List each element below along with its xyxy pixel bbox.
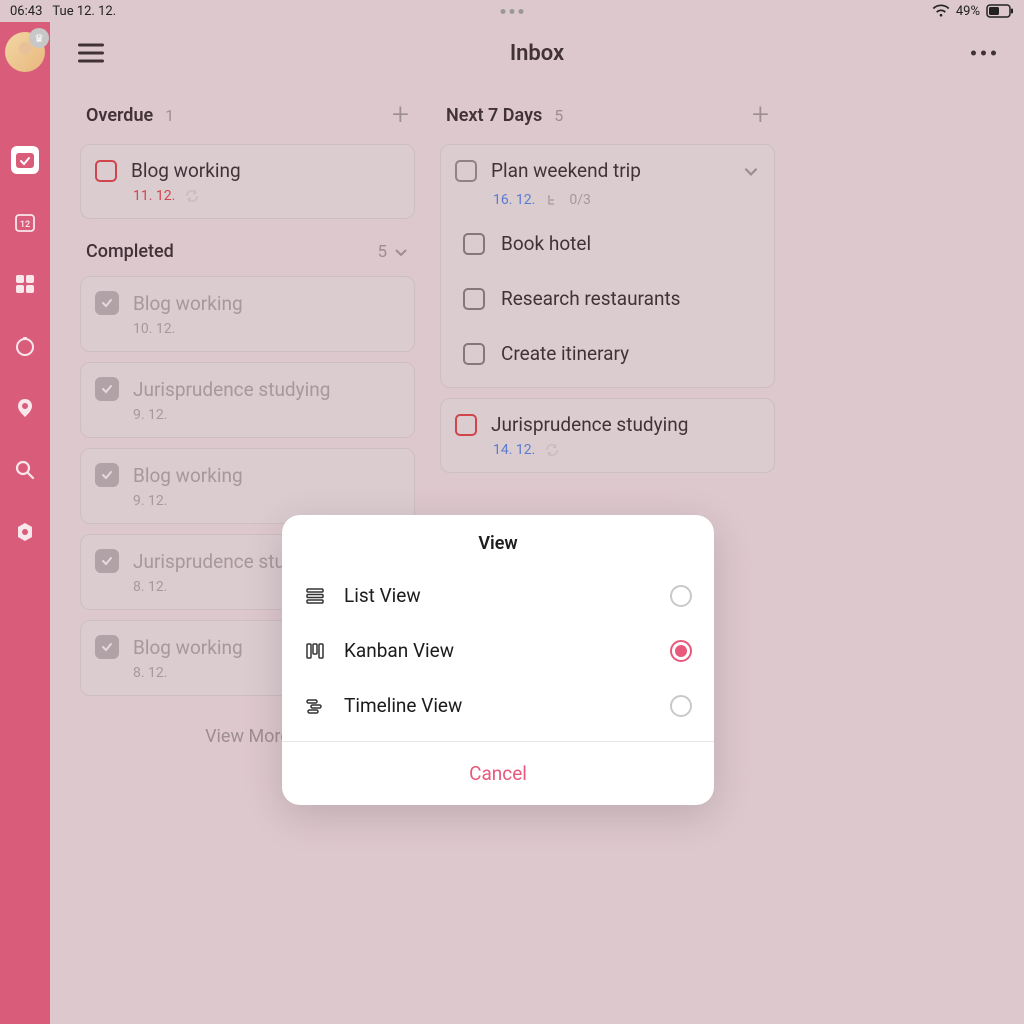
sidebar-calendar-icon[interactable]: 12 <box>11 208 39 236</box>
battery-percent: 49% <box>956 4 980 19</box>
option-kanban-view[interactable]: Kanban View <box>282 623 714 678</box>
option-label: Kanban View <box>344 639 652 662</box>
sidebar: ♛ 12 <box>0 22 50 1024</box>
modal-title: View <box>282 515 714 568</box>
timeline-view-icon <box>304 695 326 717</box>
radio-icon[interactable] <box>670 640 692 662</box>
sidebar-matrix-icon[interactable] <box>11 270 39 298</box>
wifi-icon <box>932 4 950 18</box>
sidebar-today-icon[interactable] <box>11 146 39 174</box>
sidebar-pomo-icon[interactable] <box>11 332 39 360</box>
option-list-view[interactable]: List View <box>282 568 714 623</box>
svg-text:12: 12 <box>20 220 30 230</box>
crown-icon: ♛ <box>29 28 49 48</box>
cancel-button[interactable]: Cancel <box>282 742 714 805</box>
option-label: Timeline View <box>344 694 652 717</box>
status-time: 06:43 <box>10 4 42 19</box>
modal-backdrop[interactable] <box>0 0 1024 1024</box>
option-label: List View <box>344 584 652 607</box>
view-modal: View List View Kanban View Timeline View… <box>282 515 714 805</box>
radio-icon[interactable] <box>670 585 692 607</box>
sidebar-settings-icon[interactable] <box>11 518 39 546</box>
option-timeline-view[interactable]: Timeline View <box>282 678 714 733</box>
status-bar: 06:43 Tue 12. 12. 49% <box>0 0 1024 22</box>
status-date: Tue 12. 12. <box>52 4 116 19</box>
kanban-view-icon <box>304 640 326 662</box>
multitask-dots[interactable] <box>501 9 524 14</box>
radio-icon[interactable] <box>670 695 692 717</box>
sidebar-search-icon[interactable] <box>11 456 39 484</box>
sidebar-habit-icon[interactable] <box>11 394 39 422</box>
battery-icon <box>986 4 1014 18</box>
avatar[interactable]: ♛ <box>5 32 45 72</box>
list-view-icon <box>304 585 326 607</box>
